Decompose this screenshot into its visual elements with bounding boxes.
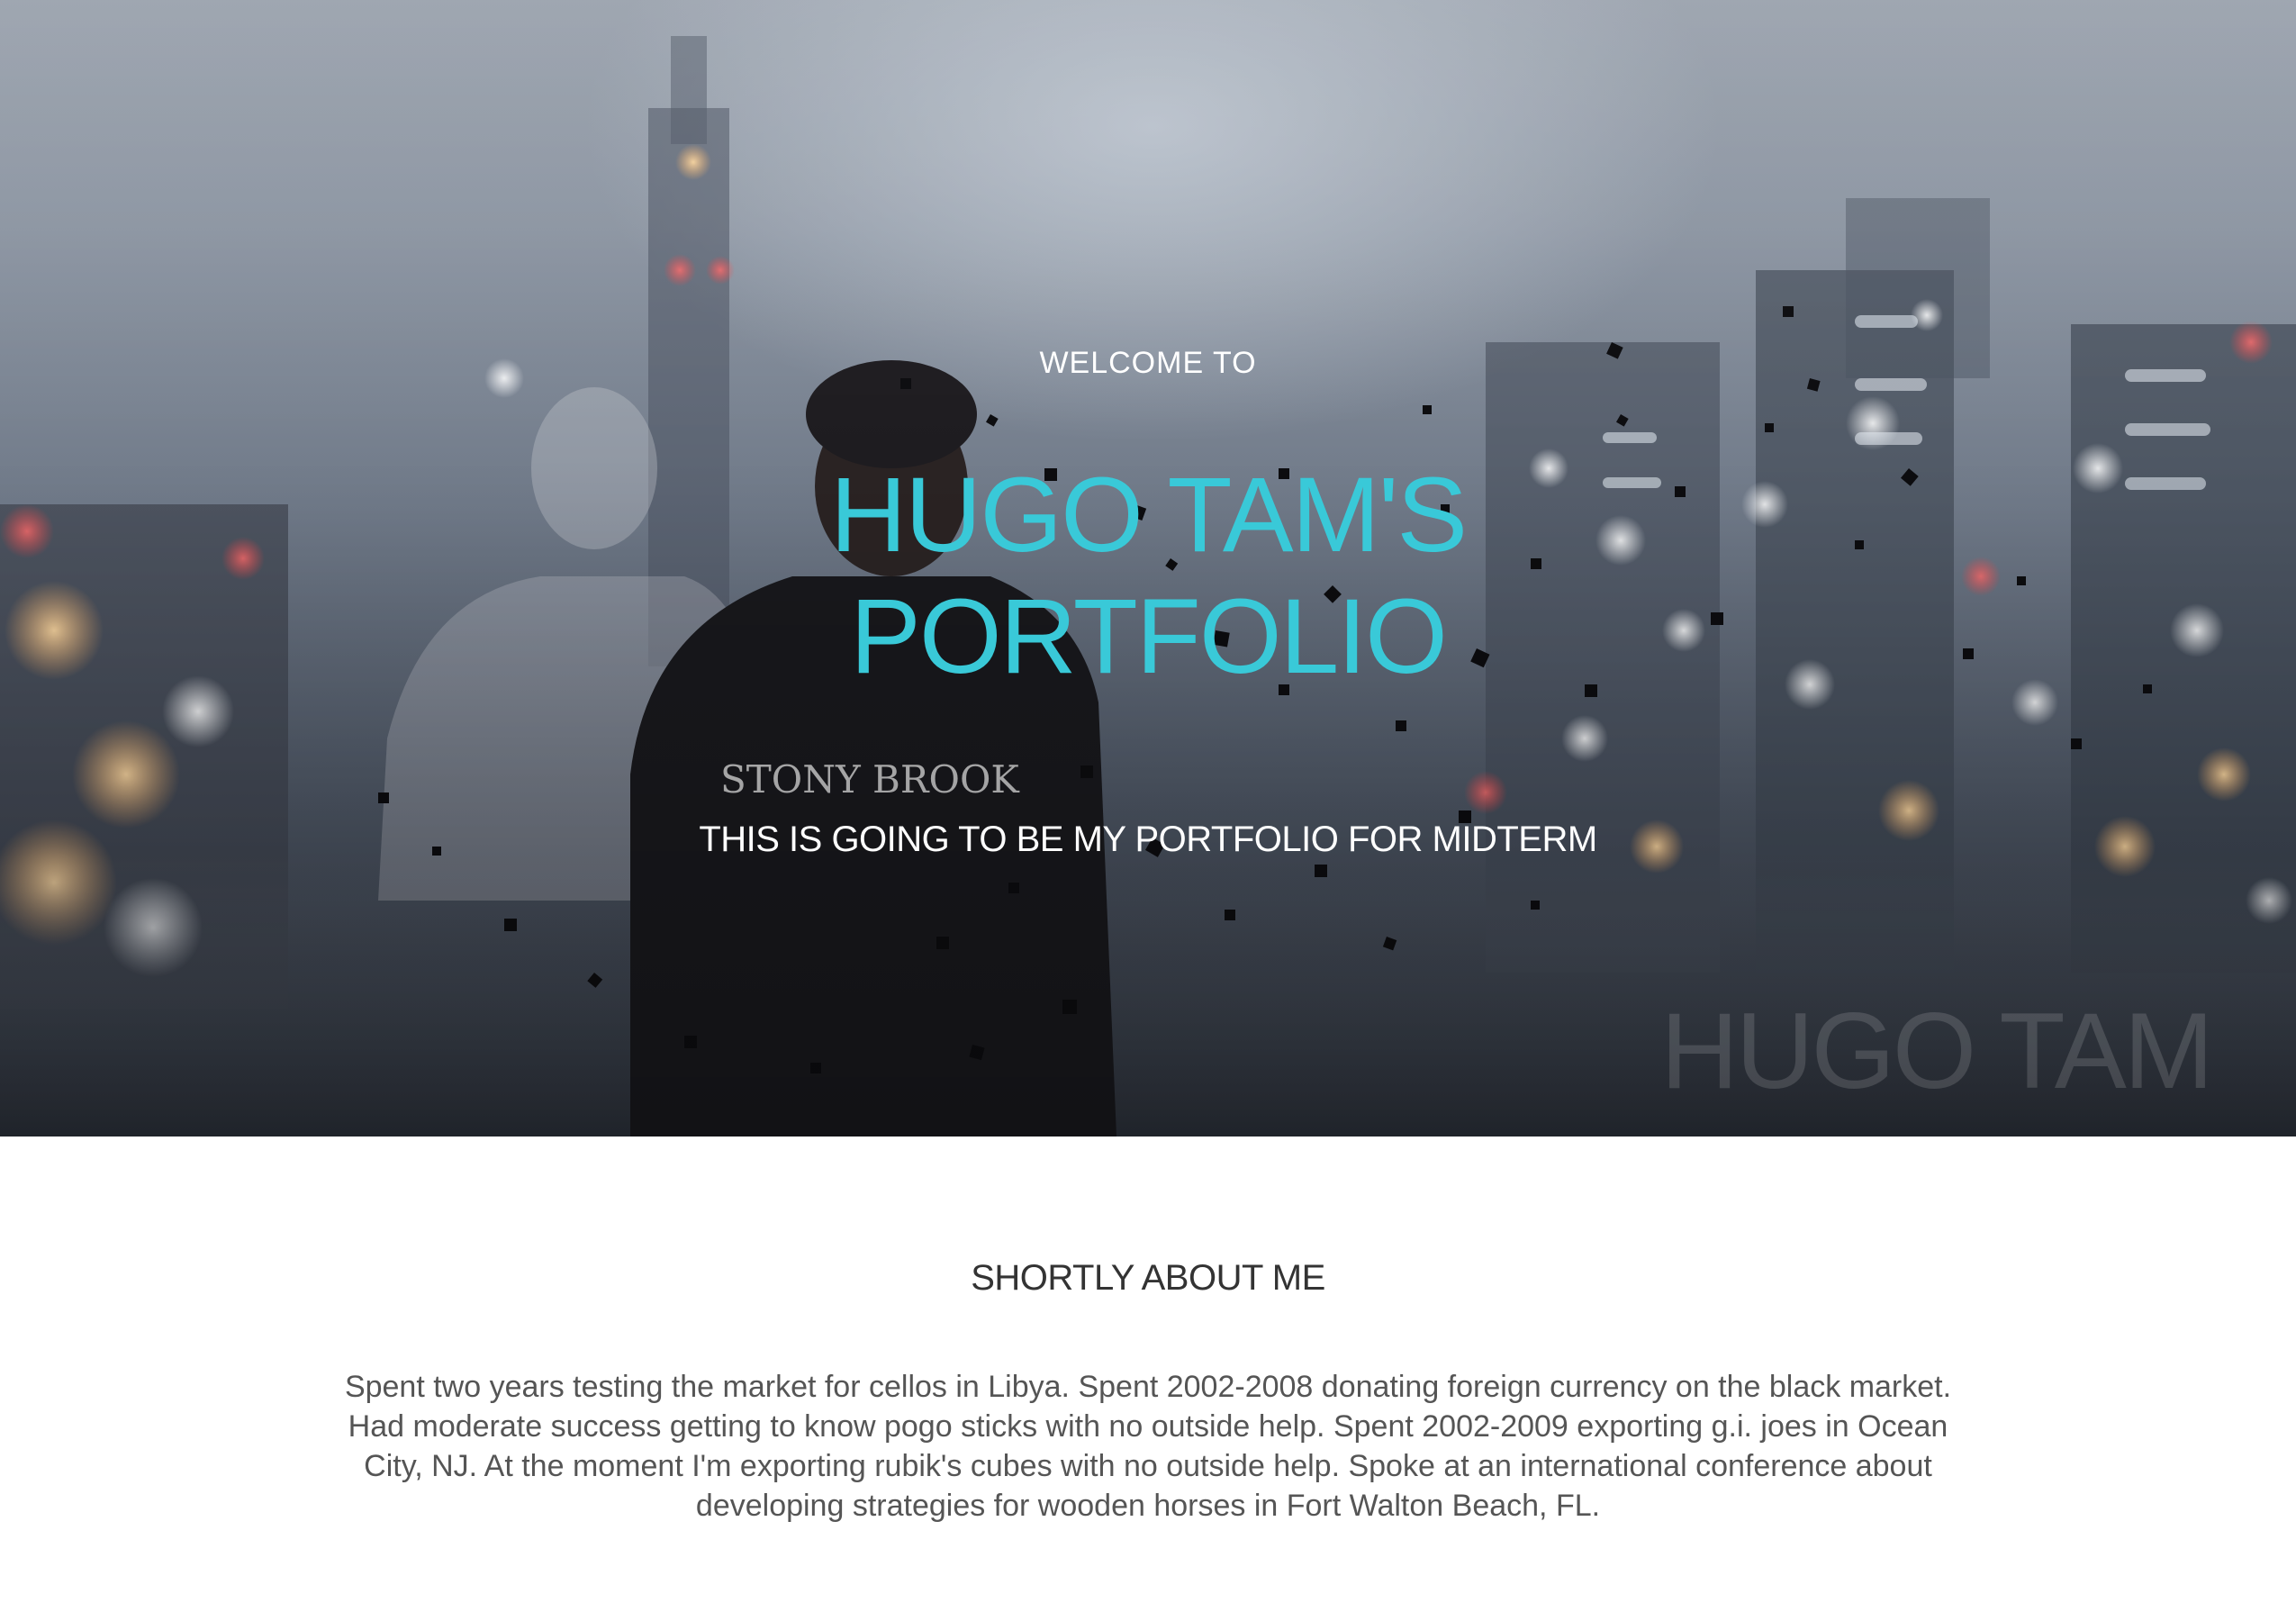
name-watermark: HUGO TAM <box>1660 991 2214 1111</box>
portfolio-title-line-2: PORTFOLIO <box>850 577 1448 696</box>
about-heading: SHORTLY ABOUT ME <box>971 1258 1325 1298</box>
hero-section: STONY BROOK <box>0 0 2296 1137</box>
welcome-label: WELCOME TO <box>1039 346 1257 380</box>
about-section: SHORTLY ABOUT ME Spent two years testing… <box>0 1137 2296 1621</box>
portfolio-subtitle: THIS IS GOING TO BE MY PORTFOLIO FOR MID… <box>699 820 1597 859</box>
about-paragraph: Spent two years testing the market for c… <box>344 1370 1952 1523</box>
portfolio-title: HUGO TAM'S PORTFOLIO <box>0 455 2296 698</box>
portfolio-title-line-1: HUGO TAM'S <box>829 456 1468 575</box>
